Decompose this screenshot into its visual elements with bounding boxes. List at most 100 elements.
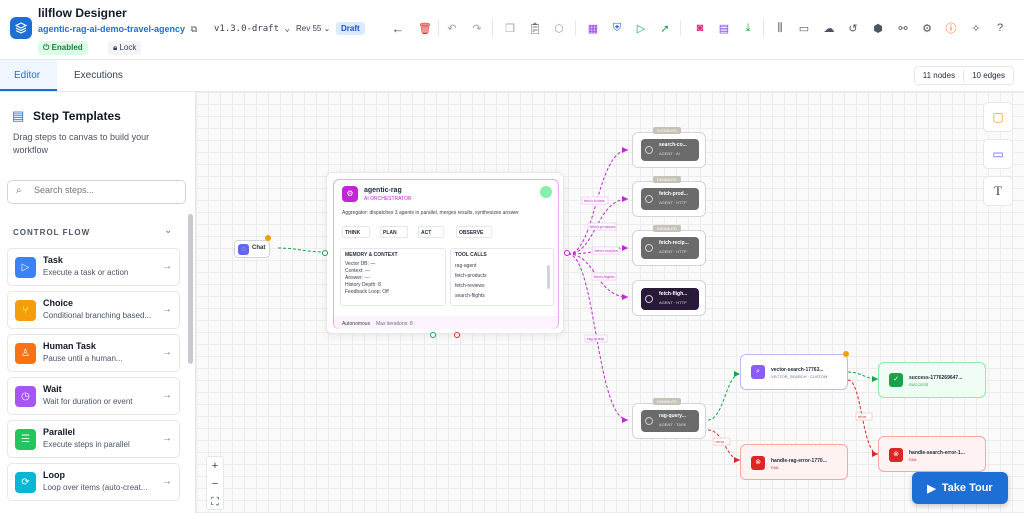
enabled-badge[interactable]: ⏻ Enabled <box>38 41 88 55</box>
folder-icon[interactable]: ▭ <box>983 139 1013 169</box>
workflow-canvas[interactable]: fetch-hotels fetch-products fetch-recipe… <box>196 92 1024 513</box>
step-templates-sidebar: ▤ Step Templates Drag steps to canvas to… <box>0 92 196 513</box>
version-label: v1.3.0-draft <box>214 24 280 34</box>
clipboard-icon[interactable]: 📋︎ <box>527 20 543 36</box>
lock-button[interactable]: 🔒︎ Lock <box>108 41 142 55</box>
step-task[interactable]: ▷ Task Execute a task or action → <box>7 248 180 286</box>
edge-label: fetch-flights <box>594 274 614 279</box>
take-tour-button[interactable]: ▶ Take Tour <box>912 472 1008 504</box>
agent-node-rag-query[interactable]: DISABLED rag-query... AGENT · TASK <box>632 398 706 439</box>
search-error-node[interactable]: ⊗ handle-search-error-1... FAIL <box>878 436 986 472</box>
text-icon[interactable]: T <box>983 176 1013 206</box>
loop-icon: ⟳ <box>15 472 36 493</box>
file-code-icon[interactable]: ▤ <box>716 20 732 36</box>
copy-icon[interactable]: ⧉ <box>186 21 202 37</box>
rocket-icon[interactable]: ➚ <box>657 20 673 36</box>
status-dot <box>265 235 271 241</box>
library-icon[interactable]: ⫼ <box>772 20 788 36</box>
agent-sub: AGENT · HTTP <box>659 200 687 205</box>
history-icon[interactable]: ↺ <box>845 20 861 36</box>
zoom-out-icon[interactable]: − <box>207 475 223 493</box>
success-title: success-1776269647... <box>909 375 963 381</box>
edge-label: error <box>858 414 867 419</box>
vector-sub: VECTOR_SEARCH · CUSTOM <box>771 374 828 379</box>
undo-icon[interactable]: ↶ <box>444 20 460 36</box>
folder-icon[interactable]: ▭ <box>796 20 812 36</box>
memory-lines: Vector DB: — Context: — Answer: — Histor… <box>345 261 389 296</box>
workflow-name[interactable]: agentic-rag-ai-demo-travel-agency <box>38 24 185 34</box>
camera-icon[interactable]: ◙ <box>692 20 708 36</box>
alert-icon[interactable]: ⓘ <box>943 20 959 36</box>
tab-executions[interactable]: Executions <box>60 60 137 91</box>
agentic-rag-node[interactable]: ⚙︎ agentic-rag AI ORCHESTRATOR Aggregato… <box>326 172 564 334</box>
agent-node-products[interactable]: DISABLED fetch-prod... AGENT · HTTP <box>632 176 706 217</box>
rag-error-node[interactable]: ⊗ handle-rag-error-1770... FAIL <box>740 444 848 480</box>
status-badge: Draft <box>336 22 365 35</box>
version-select[interactable]: v1.3.0-draft ⌄ <box>214 24 290 34</box>
agent-chip: DISABLED <box>653 225 681 232</box>
redo-icon[interactable]: ↷ <box>469 20 485 36</box>
memory-panel: MEMORY & CONTEXT Vector DB: — Context: —… <box>340 248 446 306</box>
x-icon: ⊗ <box>751 456 765 470</box>
agent-node-search[interactable]: DISABLED search-co... AGENT · AI <box>632 127 706 168</box>
section-header-control-flow[interactable]: CONTROL FLOW <box>13 228 90 237</box>
edge-label: fetch-hotels <box>584 198 605 203</box>
download-icon[interactable]: ⤓ <box>740 20 756 36</box>
output-handle[interactable] <box>564 250 570 256</box>
error-handle[interactable] <box>454 332 460 338</box>
cloud-icon[interactable]: ☁︎ <box>821 20 837 36</box>
step-name: Task <box>43 255 63 265</box>
status-indicator-icon <box>540 186 552 198</box>
zoom-in-icon[interactable]: + <box>207 457 223 475</box>
step-choice[interactable]: ⑂ Choice Conditional branching based... … <box>7 291 180 329</box>
back-arrow-icon[interactable]: ← <box>390 20 406 36</box>
agent-node-recipes[interactable]: DISABLED fetch-recip... AGENT · HTTP <box>632 225 706 266</box>
search-input[interactable] <box>34 185 179 195</box>
enabled-label: Enabled <box>51 43 83 52</box>
tab-editor[interactable]: Editor <box>0 60 57 91</box>
success-handle[interactable] <box>430 332 436 338</box>
step-desc: Wait for duration or event <box>43 397 133 406</box>
webhook-icon[interactable]: ⚯ <box>895 20 911 36</box>
step-wait[interactable]: ◷ Wait Wait for duration or event → <box>7 377 180 415</box>
play-icon[interactable]: ▷ <box>633 20 649 36</box>
step-parallel[interactable]: ☰ Parallel Execute steps in parallel → <box>7 420 180 458</box>
agent-title: rag-query... <box>659 413 686 419</box>
agent-node-flights[interactable]: fetch-fligh... AGENT · HTTP <box>632 280 706 316</box>
step-human-task[interactable]: ♙ Human Task Pause until a human... → <box>7 334 180 372</box>
note-icon[interactable]: ▢ <box>983 102 1013 132</box>
tab-bar: Editor Executions 11 nodes 10 edges <box>0 60 1024 92</box>
zoom-controls: + − ⛶ <box>206 456 224 510</box>
success-node[interactable]: ✓ success-1776269647... SUCCESS <box>878 362 986 398</box>
chat-icon: ◌ <box>238 244 249 255</box>
revision-select[interactable]: Rev 55 ⌄ <box>296 24 330 33</box>
help-icon[interactable]: ? <box>992 20 1008 36</box>
gear-icon[interactable]: ⚙︎ <box>919 20 935 36</box>
sparkles-icon[interactable]: ✧ <box>968 20 984 36</box>
success-sub: SUCCESS <box>909 382 929 387</box>
duplicate-icon[interactable]: ❐ <box>502 20 518 36</box>
memory-line: Answer: — <box>345 275 370 281</box>
tools-scrollbar[interactable] <box>547 265 550 289</box>
chevron-down-icon[interactable]: ⌄ <box>164 225 172 236</box>
tool-item: search-flights <box>455 293 485 299</box>
agent-sub: AGENT · AI <box>659 151 680 156</box>
edge-label: fetch-recipes <box>595 248 618 253</box>
trash-icon[interactable]: 🗑︎ <box>417 20 433 36</box>
bot-icon <box>645 244 653 252</box>
input-handle[interactable] <box>322 250 328 256</box>
step-loop[interactable]: ⟳ Loop Loop over items (auto-creat... → <box>7 463 180 501</box>
cube-icon[interactable]: ⬢ <box>870 20 886 36</box>
rag-error-sub: FAIL <box>771 465 780 470</box>
vector-search-node[interactable]: ⌕ vector-search-17763... VECTOR_SEARCH ·… <box>740 351 849 390</box>
sidebar-scrollbar[interactable] <box>188 214 193 364</box>
hexagon-icon[interactable]: ⬡ <box>551 20 567 36</box>
layout-icon[interactable]: ▦ <box>585 20 601 36</box>
fit-view-icon[interactable]: ⛶ <box>207 493 223 511</box>
node-count: 11 nodes <box>922 71 956 80</box>
chat-trigger-node[interactable]: ◌ Chat <box>234 235 271 258</box>
search-box[interactable]: ⌕ <box>7 180 186 204</box>
bot-icon <box>645 195 653 203</box>
step-desc: Execute steps in parallel <box>43 440 130 449</box>
shield-icon[interactable]: ⛨ <box>609 20 625 36</box>
